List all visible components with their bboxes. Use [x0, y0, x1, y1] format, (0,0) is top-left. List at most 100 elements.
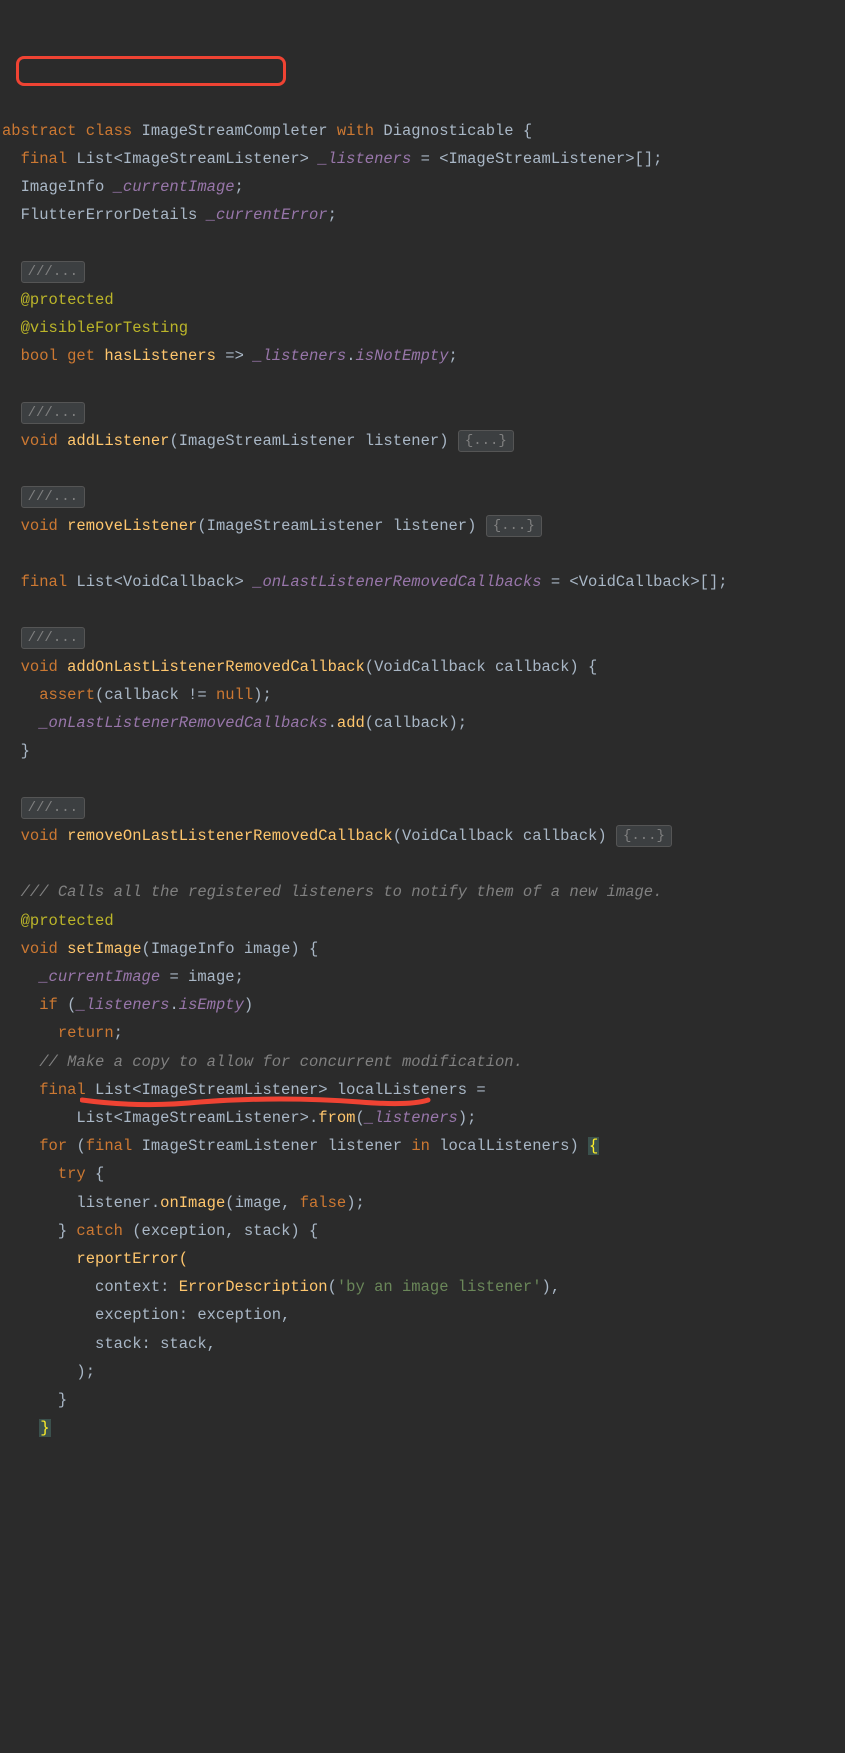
- code-token: (ImageStreamListener listener): [169, 432, 457, 450]
- code-token: void: [21, 827, 68, 845]
- code-line[interactable]: ///...: [0, 483, 845, 511]
- code-line[interactable]: abstract class ImageStreamCompleter with…: [0, 117, 845, 145]
- fold-region[interactable]: ///...: [21, 627, 85, 649]
- annotation-redbox: [16, 56, 286, 86]
- code-token: isEmpty: [179, 996, 244, 1014]
- code-token: Diagnosticable: [383, 122, 523, 140]
- code-line[interactable]: );: [0, 1358, 845, 1386]
- code-line[interactable]: @protected: [0, 907, 845, 935]
- code-token: setImage: [67, 940, 141, 958]
- code-line[interactable]: void setImage(ImageInfo image) {: [0, 935, 845, 963]
- code-token: void: [21, 940, 68, 958]
- code-token: ,: [225, 1222, 244, 1240]
- code-token: // Make a copy to allow for concurrent m…: [39, 1053, 523, 1071]
- code-token: in: [411, 1137, 439, 1155]
- fold-region[interactable]: ///...: [21, 486, 85, 508]
- fold-region[interactable]: {...}: [486, 515, 542, 537]
- code-line[interactable]: }: [0, 1386, 845, 1414]
- code-line[interactable]: @protected: [0, 286, 845, 314]
- code-token: (ImageStreamListener listener): [197, 517, 485, 535]
- code-token: context:: [95, 1278, 179, 1296]
- code-line[interactable]: // Make a copy to allow for concurrent m…: [0, 1048, 845, 1076]
- code-line[interactable]: for (final ImageStreamListener listener …: [0, 1132, 845, 1160]
- code-line[interactable]: ///...: [0, 399, 845, 427]
- code-token: (image: [225, 1194, 281, 1212]
- fold-region[interactable]: ///...: [21, 402, 85, 424]
- code-line[interactable]: ///...: [0, 258, 845, 286]
- code-line[interactable]: [0, 596, 845, 624]
- code-line[interactable]: void addOnLastListenerRemovedCallback(Vo…: [0, 653, 845, 681]
- code-line[interactable]: context: ErrorDescription('by an image l…: [0, 1273, 845, 1301]
- code-line[interactable]: [0, 230, 845, 258]
- code-line[interactable]: final List<VoidCallback> _onLastListener…: [0, 568, 845, 596]
- code-token: hasListeners: [104, 347, 225, 365]
- code-line[interactable]: }: [0, 1414, 845, 1442]
- code-token: FlutterErrorDetails: [21, 206, 207, 224]
- code-line[interactable]: [0, 850, 845, 878]
- fold-region[interactable]: ///...: [21, 797, 85, 819]
- code-token: protected: [30, 912, 114, 930]
- code-token: = image;: [169, 968, 243, 986]
- code-line[interactable]: void addListener(ImageStreamListener lis…: [0, 427, 845, 455]
- code-token: _currentError: [207, 206, 328, 224]
- code-token: );: [253, 686, 272, 704]
- code-line[interactable]: ///...: [0, 794, 845, 822]
- code-token: with: [337, 122, 384, 140]
- code-token: final: [21, 573, 77, 591]
- code-line[interactable]: stack: stack,: [0, 1330, 845, 1358]
- code-token: ImageInfo: [21, 178, 114, 196]
- code-line[interactable]: listener.onImage(image, false);: [0, 1189, 845, 1217]
- code-line[interactable]: }: [0, 737, 845, 765]
- code-line[interactable]: reportError(: [0, 1245, 845, 1273]
- code-token: (ImageInfo image) {: [142, 940, 319, 958]
- code-token: ErrorDescription: [179, 1278, 328, 1296]
- code-token: _onLastListenerRemovedCallbacks: [39, 714, 327, 732]
- code-token: ;: [235, 178, 244, 196]
- code-token: catch: [76, 1222, 132, 1240]
- fold-region[interactable]: ///...: [21, 261, 85, 283]
- code-token: ImageStreamListener listener: [142, 1137, 412, 1155]
- code-line[interactable]: if (_listeners.isEmpty): [0, 991, 845, 1019]
- code-line[interactable]: /// Calls all the registered listeners t…: [0, 878, 845, 906]
- code-line[interactable]: void removeOnLastListenerRemovedCallback…: [0, 822, 845, 850]
- code-line[interactable]: assert(callback != null);: [0, 681, 845, 709]
- code-token: (VoidCallback callback) {: [365, 658, 598, 676]
- code-token: _listeners: [76, 996, 169, 1014]
- code-line[interactable]: [0, 540, 845, 568]
- code-token: final: [86, 1137, 142, 1155]
- code-line[interactable]: final List<ImageStreamListener> _listene…: [0, 145, 845, 173]
- code-line[interactable]: ImageInfo _currentImage;: [0, 173, 845, 201]
- code-line[interactable]: void removeListener(ImageStreamListener …: [0, 512, 845, 540]
- code-line[interactable]: bool get hasListeners => _listeners.isNo…: [0, 342, 845, 370]
- code-token: }: [58, 1391, 67, 1409]
- code-line[interactable]: [0, 371, 845, 399]
- code-token: @: [21, 912, 30, 930]
- code-line[interactable]: exception: exception,: [0, 1301, 845, 1329]
- code-line[interactable]: @visibleForTesting: [0, 314, 845, 342]
- code-line[interactable]: ///...: [0, 624, 845, 652]
- code-token: ;: [449, 347, 458, 365]
- code-line[interactable]: try {: [0, 1160, 845, 1188]
- code-token: ;: [114, 1024, 123, 1042]
- fold-region[interactable]: {...}: [616, 825, 672, 847]
- code-line[interactable]: _currentImage = image;: [0, 963, 845, 991]
- code-token: stack) {: [244, 1222, 318, 1240]
- code-token: @: [21, 319, 30, 337]
- code-token: /// Calls all the registered listeners t…: [21, 883, 663, 901]
- code-token: List<ImageStreamListener>: [76, 150, 318, 168]
- code-token: isNotEmpty: [356, 347, 449, 365]
- code-line[interactable]: [0, 455, 845, 483]
- code-line[interactable]: } catch (exception, stack) {: [0, 1217, 845, 1245]
- code-token: );: [76, 1363, 95, 1381]
- code-line[interactable]: FlutterErrorDetails _currentError;: [0, 201, 845, 229]
- code-token: {: [523, 122, 532, 140]
- code-token: false: [300, 1194, 347, 1212]
- code-token: ),: [542, 1278, 561, 1296]
- code-line[interactable]: [0, 765, 845, 793]
- code-token: stack: stack: [95, 1335, 207, 1353]
- code-editor[interactable]: abstract class ImageStreamCompleter with…: [0, 117, 845, 1443]
- code-line[interactable]: return;: [0, 1019, 845, 1047]
- fold-region[interactable]: {...}: [458, 430, 514, 452]
- code-token: add: [337, 714, 365, 732]
- code-line[interactable]: _onLastListenerRemovedCallbacks.add(call…: [0, 709, 845, 737]
